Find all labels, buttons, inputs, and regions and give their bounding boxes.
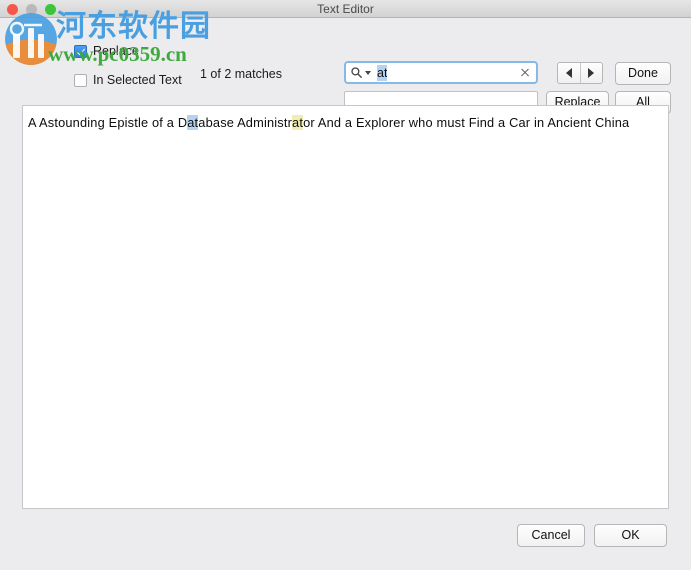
empty-checkbox-icon[interactable] — [74, 73, 87, 87]
other-match-highlight: at — [292, 115, 304, 130]
find-replace-bar: Replace In Selected Text 1 of 2 matches … — [0, 19, 691, 114]
next-match-button[interactable] — [579, 63, 603, 83]
replace-checkbox[interactable]: Replace — [74, 44, 139, 58]
cancel-button[interactable]: Cancel — [517, 524, 585, 547]
search-input-value: at — [377, 64, 388, 81]
text-segment: A Astounding Epistle of a D — [28, 115, 188, 130]
triangle-right-icon — [588, 68, 595, 78]
match-navigation[interactable] — [557, 62, 603, 84]
previous-match-button[interactable] — [558, 63, 580, 83]
text-segment: or And a Explorer who must Find a Car in… — [303, 115, 630, 130]
window-title: Text Editor — [317, 2, 374, 16]
close-icon[interactable] — [519, 67, 531, 79]
done-button[interactable]: Done — [615, 62, 671, 85]
document-line: A Astounding Epistle of a Database Admin… — [28, 115, 664, 130]
text-segment: abase Administr — [198, 115, 293, 130]
search-icon — [351, 67, 362, 78]
replace-checkbox-label: Replace — [93, 44, 139, 58]
in-selected-text-checkbox[interactable]: In Selected Text — [74, 73, 182, 87]
current-match-highlight: at — [187, 115, 199, 130]
search-input[interactable]: at — [344, 61, 538, 84]
triangle-left-icon — [565, 68, 572, 78]
chevron-down-icon[interactable] — [365, 70, 371, 75]
text-editor-area[interactable]: A Astounding Epistle of a Database Admin… — [22, 105, 669, 509]
in-selected-text-label: In Selected Text — [93, 73, 182, 87]
checkmark-icon[interactable] — [74, 44, 87, 58]
match-status-text: 1 of 2 matches — [200, 67, 282, 81]
window-titlebar: Text Editor — [0, 0, 691, 18]
ok-button[interactable]: OK — [594, 524, 667, 547]
